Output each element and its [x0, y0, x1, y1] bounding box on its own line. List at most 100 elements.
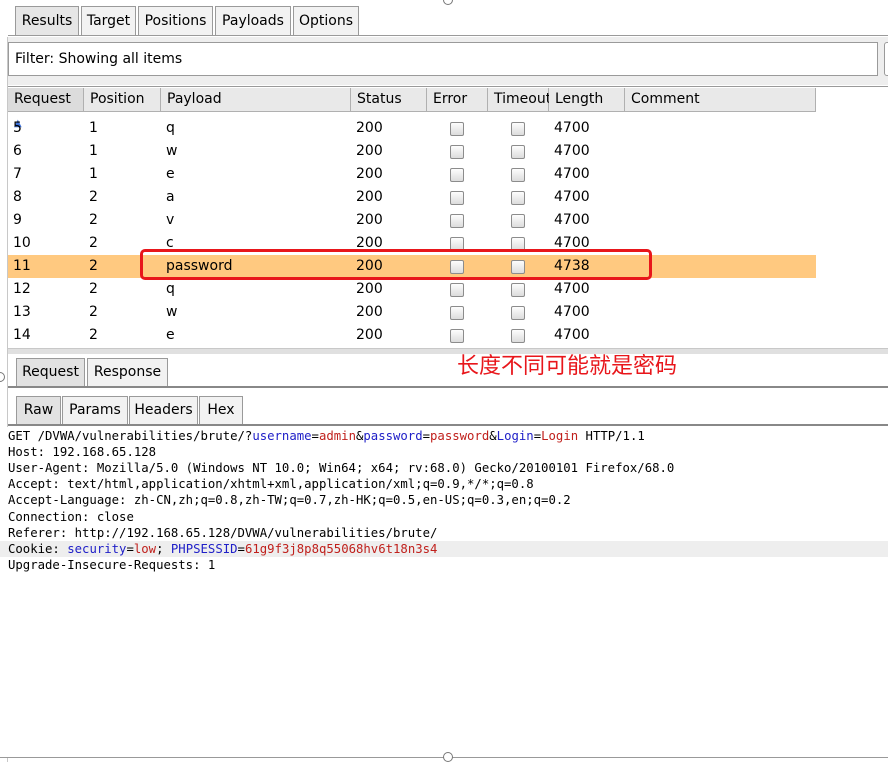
cell-position: 2 [89, 258, 98, 274]
cell-length: 4700 [554, 281, 590, 297]
cell-comment [625, 186, 630, 209]
timeout-checkbox [511, 214, 525, 228]
cell-length: 4700 [554, 189, 590, 205]
timeout-checkbox [511, 145, 525, 159]
highlight-annotation-box [140, 249, 652, 280]
cell-status: 200 [356, 212, 383, 228]
cell-status: 200 [356, 189, 383, 205]
column-length[interactable]: Length [549, 88, 625, 112]
cell-position: 1 [89, 166, 98, 182]
resize-handle-bottom[interactable] [443, 752, 453, 762]
cell-request: 5 [13, 120, 22, 136]
cell-request: 13 [13, 304, 31, 320]
error-checkbox [450, 306, 464, 320]
cell-position: 2 [89, 212, 98, 228]
intruder-tab-bar: Results Target Positions Payloads Option… [0, 0, 888, 37]
filter-bar[interactable]: Filter: Showing all items [8, 42, 878, 76]
cell-length: 4700 [554, 327, 590, 343]
table-row[interactable]: 6 1 w 200 4700 [8, 140, 816, 163]
column-error[interactable]: Error [427, 88, 488, 112]
tab-params[interactable]: Params [62, 396, 128, 425]
cell-status: 200 [356, 327, 383, 343]
cell-position: 2 [89, 189, 98, 205]
cell-request: 10 [13, 235, 31, 251]
raw-request-editor[interactable]: GET /DVWA/vulnerabilities/brute/?usernam… [0, 427, 888, 757]
cell-position: 1 [89, 120, 98, 136]
column-timeout[interactable]: Timeout [488, 88, 551, 112]
timeout-checkbox [511, 122, 525, 136]
tab-headers[interactable]: Headers [129, 396, 198, 425]
header-user-agent: User-Agent: Mozilla/5.0 (Windows NT 10.0… [8, 461, 675, 475]
header-cookie: Cookie: security=low; PHPSESSID=61g9f3j8… [0, 541, 888, 557]
column-position[interactable]: Position [84, 88, 161, 112]
error-checkbox [450, 283, 464, 297]
cell-comment [625, 140, 630, 163]
tab-positions[interactable]: Positions [138, 6, 213, 36]
table-row[interactable]: 8 2 a 200 4700 [8, 186, 816, 209]
cell-request: 14 [13, 327, 31, 343]
column-request[interactable]: Request ▲ [8, 88, 84, 129]
cell-status: 200 [356, 304, 383, 320]
column-comment[interactable]: Comment [625, 88, 816, 112]
tab-response[interactable]: Response [87, 358, 168, 387]
cell-request: 12 [13, 281, 31, 297]
timeout-checkbox [511, 329, 525, 343]
error-checkbox [450, 191, 464, 205]
column-request-label: Request [14, 91, 71, 107]
tab-options[interactable]: Options [293, 6, 359, 36]
cell-length: 4700 [554, 304, 590, 320]
cell-status: 200 [356, 281, 383, 297]
tab-results[interactable]: Results [15, 6, 79, 36]
column-status[interactable]: Status [351, 88, 427, 112]
header-connection: Connection: close [8, 510, 134, 524]
error-checkbox [450, 145, 464, 159]
cell-request: 11 [13, 258, 31, 274]
error-checkbox [450, 214, 464, 228]
tab-raw[interactable]: Raw [16, 396, 61, 425]
cell-comment [625, 324, 630, 347]
table-row[interactable]: 12 2 q 200 4700 [8, 278, 816, 301]
timeout-checkbox [511, 306, 525, 320]
error-checkbox [450, 168, 464, 182]
cell-request: 6 [13, 143, 22, 159]
view-tab-divider [8, 424, 888, 426]
request-tab-divider [8, 386, 888, 388]
cell-payload: w [166, 304, 178, 320]
cell-payload: e [166, 166, 175, 182]
cell-payload: q [166, 120, 175, 136]
cell-request: 7 [13, 166, 22, 182]
cell-comment [625, 278, 630, 301]
tab-payloads[interactable]: Payloads [215, 6, 291, 36]
tab-target[interactable]: Target [81, 6, 136, 36]
table-header: Request ▲ Position Payload Status Error … [8, 88, 816, 129]
header-accept-language: Accept-Language: zh-CN,zh;q=0.8,zh-TW;q=… [8, 493, 571, 507]
timeout-checkbox [511, 168, 525, 182]
cell-comment [625, 117, 630, 140]
header-referer: Referer: http://192.168.65.128/DVWA/vuln… [8, 526, 438, 540]
cell-comment [625, 301, 630, 324]
cell-position: 1 [89, 143, 98, 159]
cell-position: 2 [89, 327, 98, 343]
filter-side-button[interactable] [884, 42, 888, 76]
cell-payload: w [166, 143, 178, 159]
header-accept: Accept: text/html,application/xhtml+xml,… [8, 477, 534, 491]
table-row[interactable]: 14 2 e 200 4700 [8, 324, 816, 347]
timeout-checkbox [511, 191, 525, 205]
table-row[interactable]: 9 2 v 200 4700 [8, 209, 816, 232]
request-line: GET /DVWA/vulnerabilities/brute/?usernam… [8, 429, 645, 443]
table-row[interactable]: 13 2 w 200 4700 [8, 301, 816, 324]
cell-status: 200 [356, 143, 383, 159]
timeout-checkbox [511, 283, 525, 297]
table-row[interactable]: 7 1 e 200 4700 [8, 163, 816, 186]
tab-hex[interactable]: Hex [199, 396, 243, 425]
cell-length: 4700 [554, 212, 590, 228]
request-response-tab-bar: Request Response [0, 354, 888, 388]
tab-request[interactable]: Request [16, 358, 85, 387]
cell-length: 4700 [554, 166, 590, 182]
cell-request: 9 [13, 212, 22, 228]
table-row[interactable]: 5 1 q 200 4700 [8, 117, 816, 140]
column-payload[interactable]: Payload [161, 88, 351, 112]
cell-payload: a [166, 189, 175, 205]
cell-payload: v [166, 212, 175, 228]
error-checkbox [450, 122, 464, 136]
